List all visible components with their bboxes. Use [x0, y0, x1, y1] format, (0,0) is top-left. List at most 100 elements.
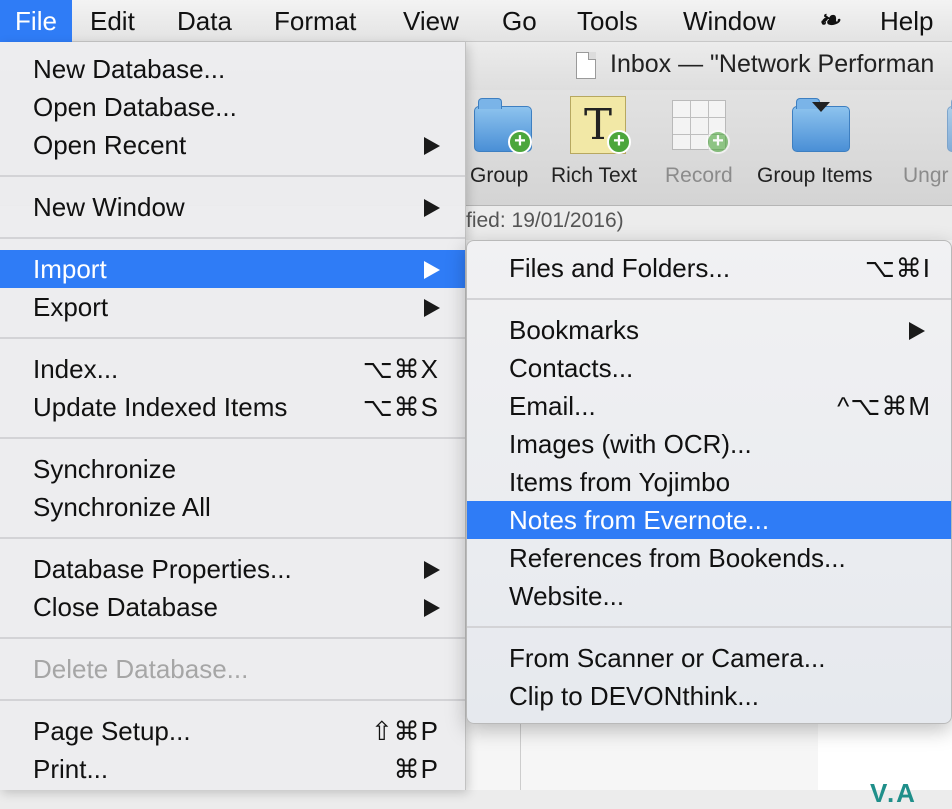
menubar-window[interactable]: Window	[683, 0, 775, 42]
submenu-arrow-icon	[424, 599, 440, 617]
menu-item-label: Import	[33, 254, 107, 284]
menu-item-page-setup[interactable]: Page Setup... ⇧⌘P	[0, 712, 465, 750]
menu-item-notes-from-evernote[interactable]: Notes from Evernote...	[467, 501, 951, 539]
menu-item-import[interactable]: Import	[0, 250, 465, 288]
document-icon	[576, 52, 596, 79]
menu-item-label: Page Setup...	[33, 716, 191, 746]
menu-item-open-recent[interactable]: Open Recent	[0, 126, 465, 164]
menu-item-label: Clip to DEVONthink...	[509, 681, 759, 711]
menu-item-label: Synchronize All	[33, 492, 211, 522]
menu-separator	[0, 437, 465, 439]
toolbar-rich-text-button[interactable]: T + Rich Text	[551, 90, 651, 206]
menu-item-update-indexed-items[interactable]: Update Indexed Items ⌥⌘S	[0, 388, 465, 426]
keyboard-shortcut: ⌥⌘I	[864, 253, 931, 283]
menu-item-index[interactable]: Index... ⌥⌘X	[0, 350, 465, 388]
menu-item-new-window[interactable]: New Window	[0, 188, 465, 226]
submenu-arrow-icon	[424, 199, 440, 217]
menu-item-export[interactable]: Export	[0, 288, 465, 326]
toolbar-record-button[interactable]: + Record	[665, 90, 745, 206]
menu-item-close-database[interactable]: Close Database	[0, 588, 465, 626]
menu-separator	[0, 237, 465, 239]
menu-item-open-database[interactable]: Open Database...	[0, 88, 465, 126]
menu-item-label: Synchronize	[33, 454, 177, 484]
info-bar: fied: 19/01/2016)	[466, 206, 952, 241]
modified-date-text: fied: 19/01/2016)	[466, 209, 624, 232]
menu-item-label: Index...	[33, 354, 119, 384]
menu-item-website[interactable]: Website...	[467, 577, 951, 615]
ungroup-icon	[947, 98, 952, 152]
menu-item-label: Website...	[509, 581, 625, 611]
menu-item-label: Update Indexed Items	[33, 392, 288, 422]
plus-badge-icon: +	[607, 130, 631, 154]
menubar-go[interactable]: Go	[502, 0, 537, 42]
menu-item-label: Open Database...	[33, 92, 237, 122]
submenu-arrow-icon	[424, 299, 440, 317]
menu-item-contacts[interactable]: Contacts...	[467, 349, 951, 387]
import-submenu: Files and Folders... ⌥⌘I Bookmarks Conta…	[466, 240, 952, 724]
keyboard-shortcut: ^⌥⌘M	[837, 391, 931, 421]
menu-item-print[interactable]: Print... ⌘P	[0, 750, 465, 788]
menu-item-synchronize[interactable]: Synchronize	[0, 450, 465, 488]
folder-dropdown-icon	[792, 98, 850, 152]
submenu-arrow-icon	[424, 137, 440, 155]
menu-item-new-database[interactable]: New Database...	[0, 50, 465, 88]
menu-item-label: From Scanner or Camera...	[509, 643, 826, 673]
toolbar-ungroup-button[interactable]: Ungr	[903, 90, 952, 206]
menu-item-label: Images (with OCR)...	[509, 429, 752, 459]
script-menu-icon[interactable]: ❧	[818, 0, 840, 42]
menu-item-references-from-bookends[interactable]: References from Bookends...	[467, 539, 951, 577]
toolbar-group-items-button[interactable]: Group Items	[757, 90, 887, 206]
dropdown-triangle-icon	[812, 102, 830, 112]
menu-separator	[0, 699, 465, 701]
menu-item-bookmarks[interactable]: Bookmarks	[467, 311, 951, 349]
toolbar-group-button[interactable]: + Group	[470, 90, 536, 206]
menu-item-label: Delete Database...	[33, 654, 249, 684]
menu-item-files-and-folders[interactable]: Files and Folders... ⌥⌘I	[467, 249, 951, 287]
submenu-arrow-icon	[424, 561, 440, 579]
keyboard-shortcut: ⌥⌘S	[362, 392, 439, 422]
menubar-format[interactable]: Format	[274, 0, 356, 42]
menu-item-label: New Window	[33, 192, 185, 222]
file-menu: New Database... Open Database... Open Re…	[0, 42, 466, 790]
menu-separator	[0, 337, 465, 339]
menu-item-images-ocr[interactable]: Images (with OCR)...	[467, 425, 951, 463]
menu-item-delete-database: Delete Database...	[0, 650, 465, 688]
menu-item-label: Notes from Evernote...	[509, 505, 770, 535]
menubar-help[interactable]: Help	[880, 0, 933, 42]
menu-item-from-scanner-or-camera[interactable]: From Scanner or Camera...	[467, 639, 951, 677]
menu-item-synchronize-all[interactable]: Synchronize All	[0, 488, 465, 526]
menu-item-email[interactable]: Email... ^⌥⌘M	[467, 387, 951, 425]
menubar-edit[interactable]: Edit	[90, 0, 135, 42]
menu-item-items-from-yojimbo[interactable]: Items from Yojimbo	[467, 463, 951, 501]
menu-bar: File Edit Data Format View Go Tools Wind…	[0, 0, 952, 42]
keyboard-shortcut: ⌘P	[393, 754, 439, 784]
plus-badge-icon: +	[706, 130, 730, 154]
content-heading: V.A	[870, 778, 917, 808]
keyboard-shortcut: ⌥⌘X	[362, 354, 439, 384]
menu-item-database-properties[interactable]: Database Properties...	[0, 550, 465, 588]
menubar-tools[interactable]: Tools	[577, 0, 638, 42]
menu-item-label: Email...	[509, 391, 596, 421]
menu-item-label: Contacts...	[509, 353, 634, 383]
menu-item-label: Bookmarks	[509, 315, 640, 345]
menu-separator	[0, 175, 465, 177]
menubar-file[interactable]: File	[0, 0, 72, 42]
menu-separator	[0, 637, 465, 639]
toolbar-record-label: Record	[665, 164, 733, 187]
menu-item-label: Database Properties...	[33, 554, 292, 584]
menu-separator	[467, 298, 951, 300]
menubar-data[interactable]: Data	[177, 0, 232, 42]
menu-item-clip-to-devonthink[interactable]: Clip to DEVONthink...	[467, 677, 951, 715]
submenu-arrow-icon	[424, 261, 440, 279]
toolbar-rich-text-label: Rich Text	[551, 164, 637, 187]
menubar-view[interactable]: View	[403, 0, 459, 42]
toolbar-ungroup-label: Ungr	[903, 164, 949, 187]
menu-item-label: Open Recent	[33, 130, 187, 160]
toolbar-group-items-label: Group Items	[757, 164, 873, 187]
menu-item-label: References from Bookends...	[509, 543, 846, 573]
menu-item-label: Items from Yojimbo	[509, 467, 731, 497]
menu-item-label: Close Database	[33, 592, 218, 622]
keyboard-shortcut: ⇧⌘P	[370, 716, 439, 746]
toolbar-group-label: Group	[470, 164, 529, 187]
plus-badge-icon: +	[508, 130, 532, 154]
